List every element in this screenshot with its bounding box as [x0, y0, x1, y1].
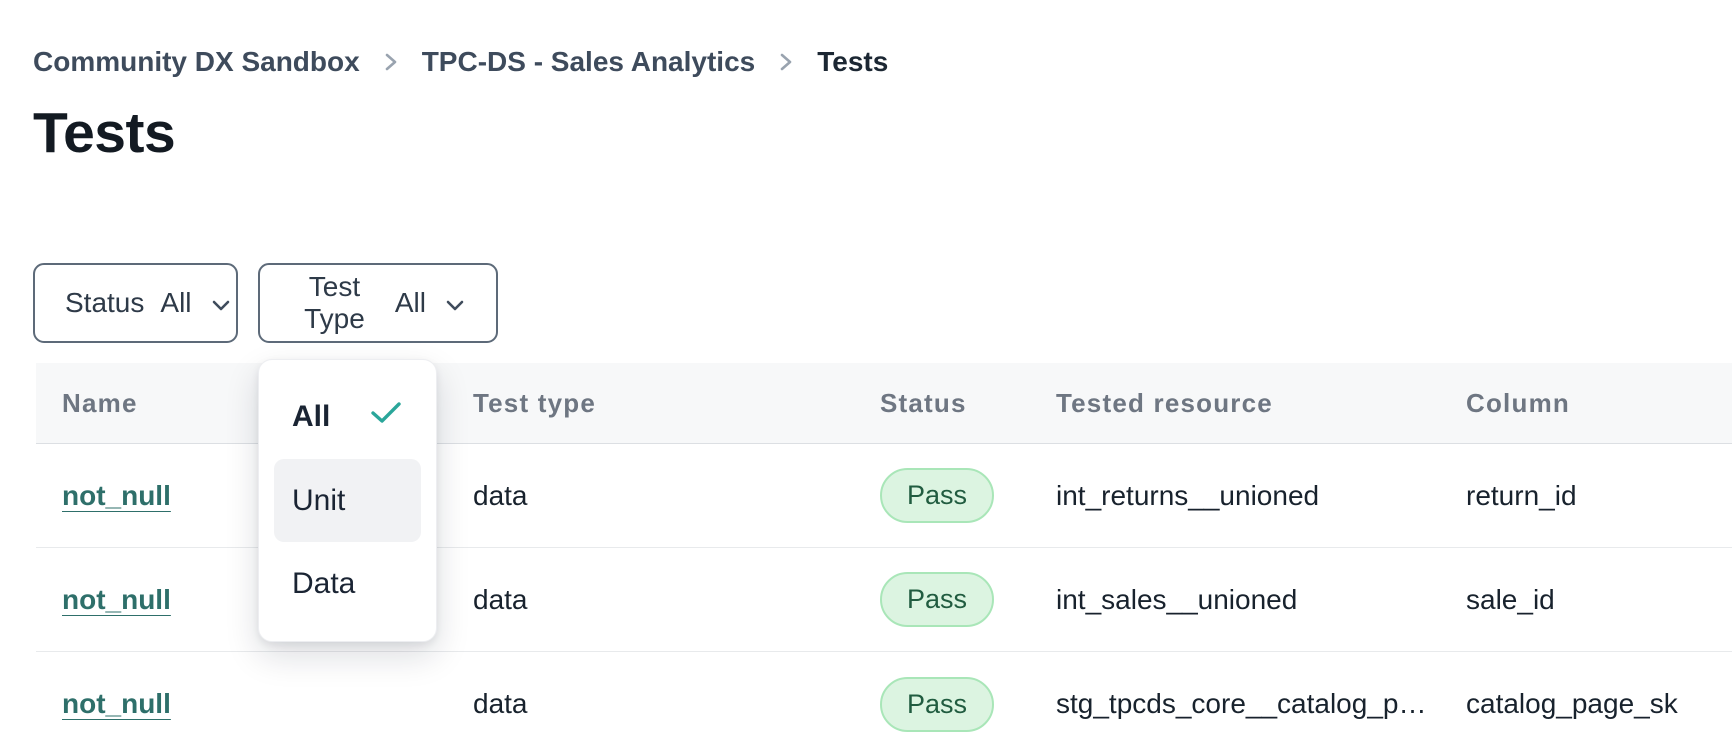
- tested-resource-cell: int_sales__unioned: [1056, 584, 1466, 616]
- menu-option-unit[interactable]: Unit: [274, 459, 421, 543]
- column-cell: return_id: [1466, 480, 1732, 512]
- status-filter-value: All: [160, 287, 191, 319]
- test-type-cell: data: [473, 480, 880, 512]
- status-filter-button[interactable]: Status All: [33, 263, 238, 343]
- breadcrumb-link-project[interactable]: Community DX Sandbox: [33, 46, 360, 78]
- column-header-status: Status: [880, 388, 1056, 419]
- test-type-filter-label: Test Type: [290, 271, 379, 335]
- column-header-column: Column: [1466, 388, 1732, 419]
- menu-option-label: All: [292, 400, 330, 434]
- checkmark-icon: [369, 400, 403, 434]
- test-type-filter-button[interactable]: Test Type All: [258, 263, 498, 343]
- breadcrumb-link-environment[interactable]: TPC-DS - Sales Analytics: [422, 46, 756, 78]
- test-name-link[interactable]: not_null: [62, 480, 171, 511]
- table-row: not_null data Pass stg_tpcds_core__catal…: [36, 652, 1732, 756]
- status-badge: Pass: [880, 677, 994, 732]
- page-title: Tests: [33, 100, 175, 166]
- status-badge: Pass: [880, 468, 994, 523]
- test-type-filter-value: All: [395, 287, 426, 319]
- chevron-down-icon: [208, 287, 232, 319]
- test-name-link[interactable]: not_null: [62, 688, 171, 719]
- column-header-tested-resource: Tested resource: [1056, 388, 1466, 419]
- test-name-link[interactable]: not_null: [62, 584, 171, 615]
- breadcrumb: Community DX Sandbox TPC-DS - Sales Anal…: [33, 46, 888, 78]
- chevron-right-icon: [777, 51, 795, 73]
- chevron-down-icon: [442, 287, 466, 319]
- status-filter-label: Status: [65, 287, 144, 319]
- tested-resource-cell: stg_tpcds_core__catalog_p…: [1056, 688, 1466, 720]
- menu-option-data[interactable]: Data: [274, 542, 421, 626]
- tested-resource-cell: int_returns__unioned: [1056, 480, 1466, 512]
- chevron-right-icon: [382, 51, 400, 73]
- menu-option-label: Unit: [292, 484, 345, 518]
- tests-page: Community DX Sandbox TPC-DS - Sales Anal…: [0, 0, 1732, 756]
- menu-option-all[interactable]: All: [274, 375, 421, 459]
- menu-option-label: Data: [292, 567, 355, 601]
- test-type-cell: data: [473, 688, 880, 720]
- breadcrumb-current: Tests: [817, 46, 888, 78]
- test-type-cell: data: [473, 584, 880, 616]
- column-cell: catalog_page_sk: [1466, 688, 1732, 720]
- column-cell: sale_id: [1466, 584, 1732, 616]
- status-badge: Pass: [880, 572, 994, 627]
- column-header-test-type: Test type: [473, 388, 880, 419]
- test-type-dropdown-menu: All Unit Data: [258, 359, 437, 642]
